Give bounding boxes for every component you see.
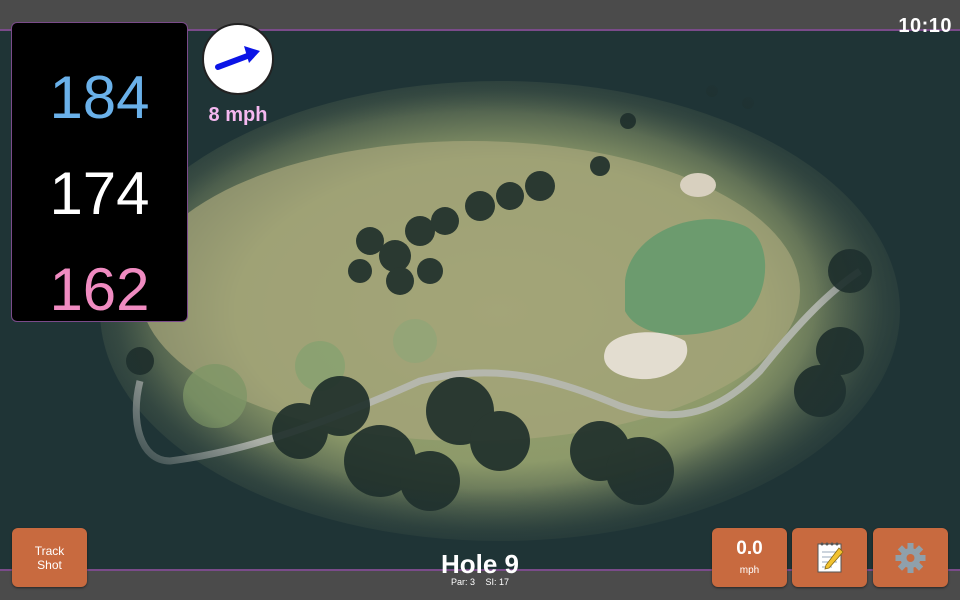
hole-si: SI: 17 (485, 577, 510, 587)
distance-panel: 184 174 162 (11, 22, 188, 323)
distance-front: 162 (49, 256, 150, 323)
clock: 10:10 (898, 15, 952, 37)
hole-info: Par: 3 SI: 17 (380, 577, 580, 587)
speed-unit: mph (739, 565, 760, 576)
distance-middle: 174 (49, 160, 150, 227)
speed-value: 0.0 (736, 538, 763, 559)
notes-button[interactable] (792, 528, 867, 587)
notepad-icon (817, 542, 844, 573)
wind-arrow-icon (215, 46, 260, 70)
gear-icon (895, 543, 926, 573)
hole-par: Par: 3 (450, 577, 475, 587)
speed-button[interactable]: 0.0 mph (712, 528, 787, 587)
track-shot-button[interactable]: Track Shot (12, 528, 87, 587)
distance-back: 184 (49, 64, 150, 131)
settings-button[interactable] (873, 528, 948, 587)
track-shot-label: Track Shot (34, 544, 65, 572)
wind-speed: 8 mph (208, 104, 268, 126)
wind-indicator (202, 23, 274, 95)
hole-title: Hole 9 (440, 549, 520, 579)
